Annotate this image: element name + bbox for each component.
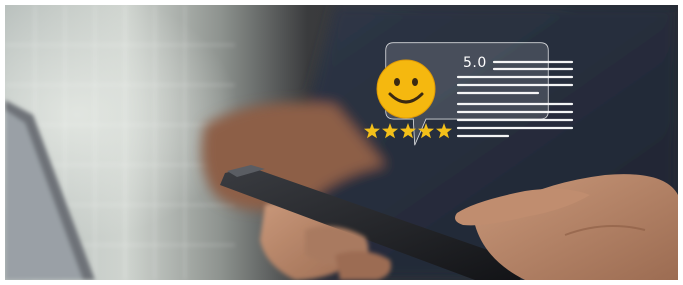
- smiley-face-icon: [376, 59, 436, 119]
- star-icon: [400, 123, 416, 139]
- review-text-lines: [456, 60, 574, 138]
- star-icon: [382, 123, 398, 139]
- star-rating: [364, 123, 452, 139]
- hero-photo: [5, 5, 678, 280]
- star-icon: [418, 123, 434, 139]
- star-icon: [436, 123, 452, 139]
- star-icon: [364, 123, 380, 139]
